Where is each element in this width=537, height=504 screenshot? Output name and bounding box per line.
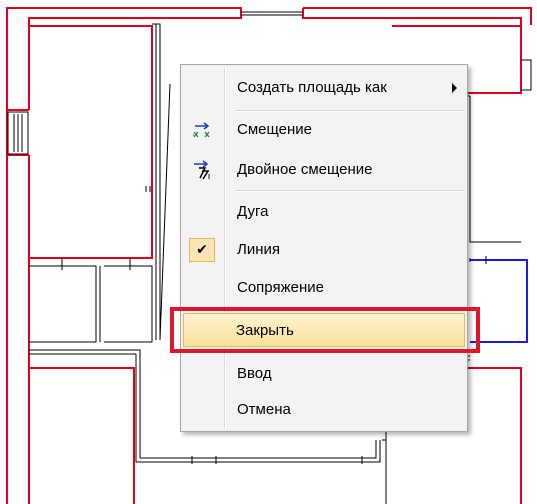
menu-item-label: Отмена	[237, 401, 291, 418]
menu-item-line[interactable]: ✔ Линия	[183, 233, 465, 267]
menu-item-label: Сопряжение	[237, 279, 324, 296]
menu-item-label: Линия	[237, 241, 281, 258]
offset-icon	[193, 122, 210, 138]
menu-separator	[235, 190, 463, 192]
menu-item-enter[interactable]: Ввод	[183, 357, 465, 391]
menu-item-fillet[interactable]: Сопряжение	[183, 271, 465, 305]
menu-item-offset[interactable]: Смещение	[183, 113, 465, 147]
menu-item-label: Ввод	[237, 365, 272, 382]
menu-item-label: Двойное смещение	[237, 161, 373, 178]
menu-item-cancel[interactable]: Отмена	[183, 393, 465, 427]
context-menu: Создать площадь как Смещение Двойное сме…	[180, 64, 468, 432]
checkmark-icon: ✔	[189, 238, 215, 262]
double-offset-icon	[194, 160, 210, 180]
menu-item-label: Смещение	[237, 121, 313, 138]
menu-item-label: Создать площадь как	[237, 79, 387, 96]
menu-item-double-offset[interactable]: Двойное смещение	[183, 153, 465, 187]
annotation-highlight-box	[170, 307, 480, 353]
menu-item-label: Дуга	[237, 203, 269, 220]
submenu-arrow-icon	[452, 83, 457, 93]
menu-item-arc[interactable]: Дуга	[183, 195, 465, 229]
menu-separator	[235, 110, 463, 112]
menu-item-create-area-as[interactable]: Создать площадь как	[183, 71, 465, 105]
